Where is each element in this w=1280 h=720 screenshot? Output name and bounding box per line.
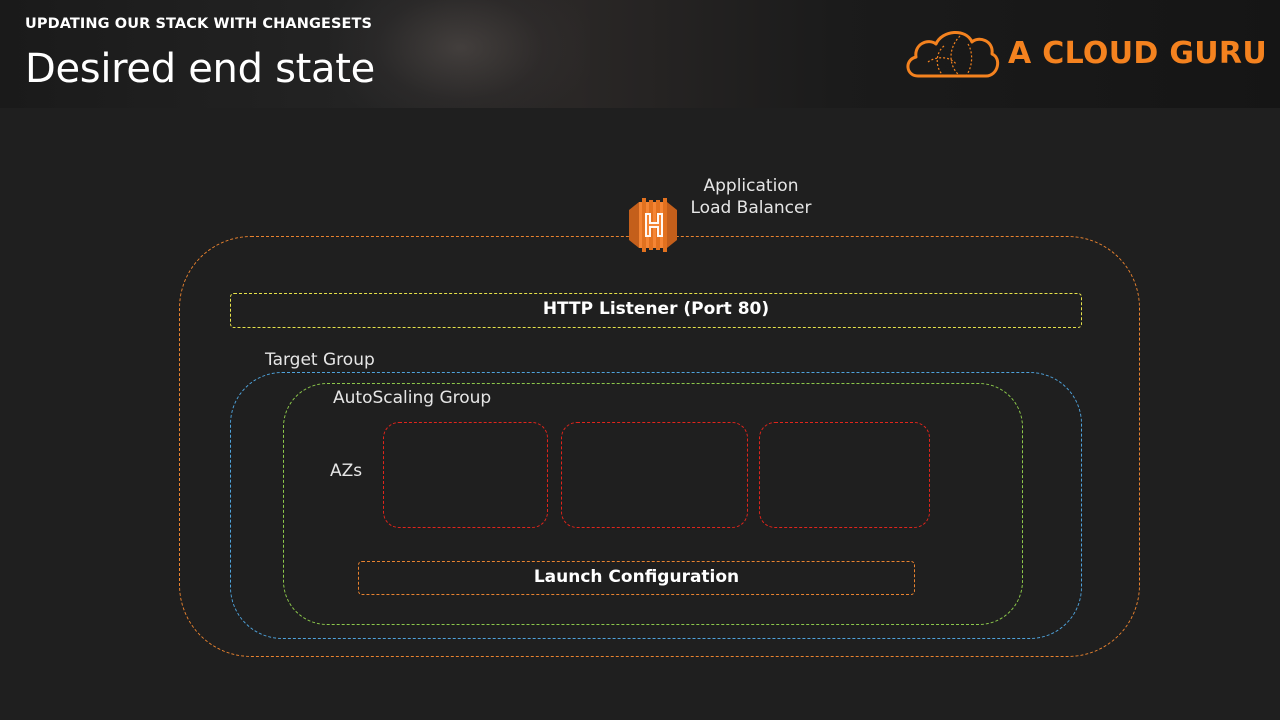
availability-zone-box xyxy=(561,422,748,528)
logo-text: A CLOUD GURU xyxy=(1008,36,1267,71)
header-band: UPDATING OUR STACK WITH CHANGESETS Desir… xyxy=(0,0,1280,108)
target-group-label: Target Group xyxy=(265,350,375,370)
http-listener-label: HTTP Listener (Port 80) xyxy=(542,299,770,319)
slide: UPDATING OUR STACK WITH CHANGESETS Desir… xyxy=(0,0,1280,720)
brand-logo: A CLOUD GURU xyxy=(904,26,1267,82)
aws-elastic-load-balancing-icon xyxy=(629,198,677,252)
section-kicker: UPDATING OUR STACK WITH CHANGESETS xyxy=(25,16,373,32)
page-title: Desired end state xyxy=(25,46,375,92)
alb-label: Application Load Balancer xyxy=(680,175,822,219)
azs-label: AZs xyxy=(330,461,363,481)
availability-zone-box xyxy=(759,422,930,528)
launch-configuration-label: Launch Configuration xyxy=(533,567,740,587)
availability-zone-box xyxy=(383,422,548,528)
autoscaling-group-label: AutoScaling Group xyxy=(333,388,492,408)
alb-label-line-2: Load Balancer xyxy=(690,198,812,218)
cloud-logo-icon xyxy=(906,31,1000,78)
alb-label-line-1: Application xyxy=(703,176,799,196)
